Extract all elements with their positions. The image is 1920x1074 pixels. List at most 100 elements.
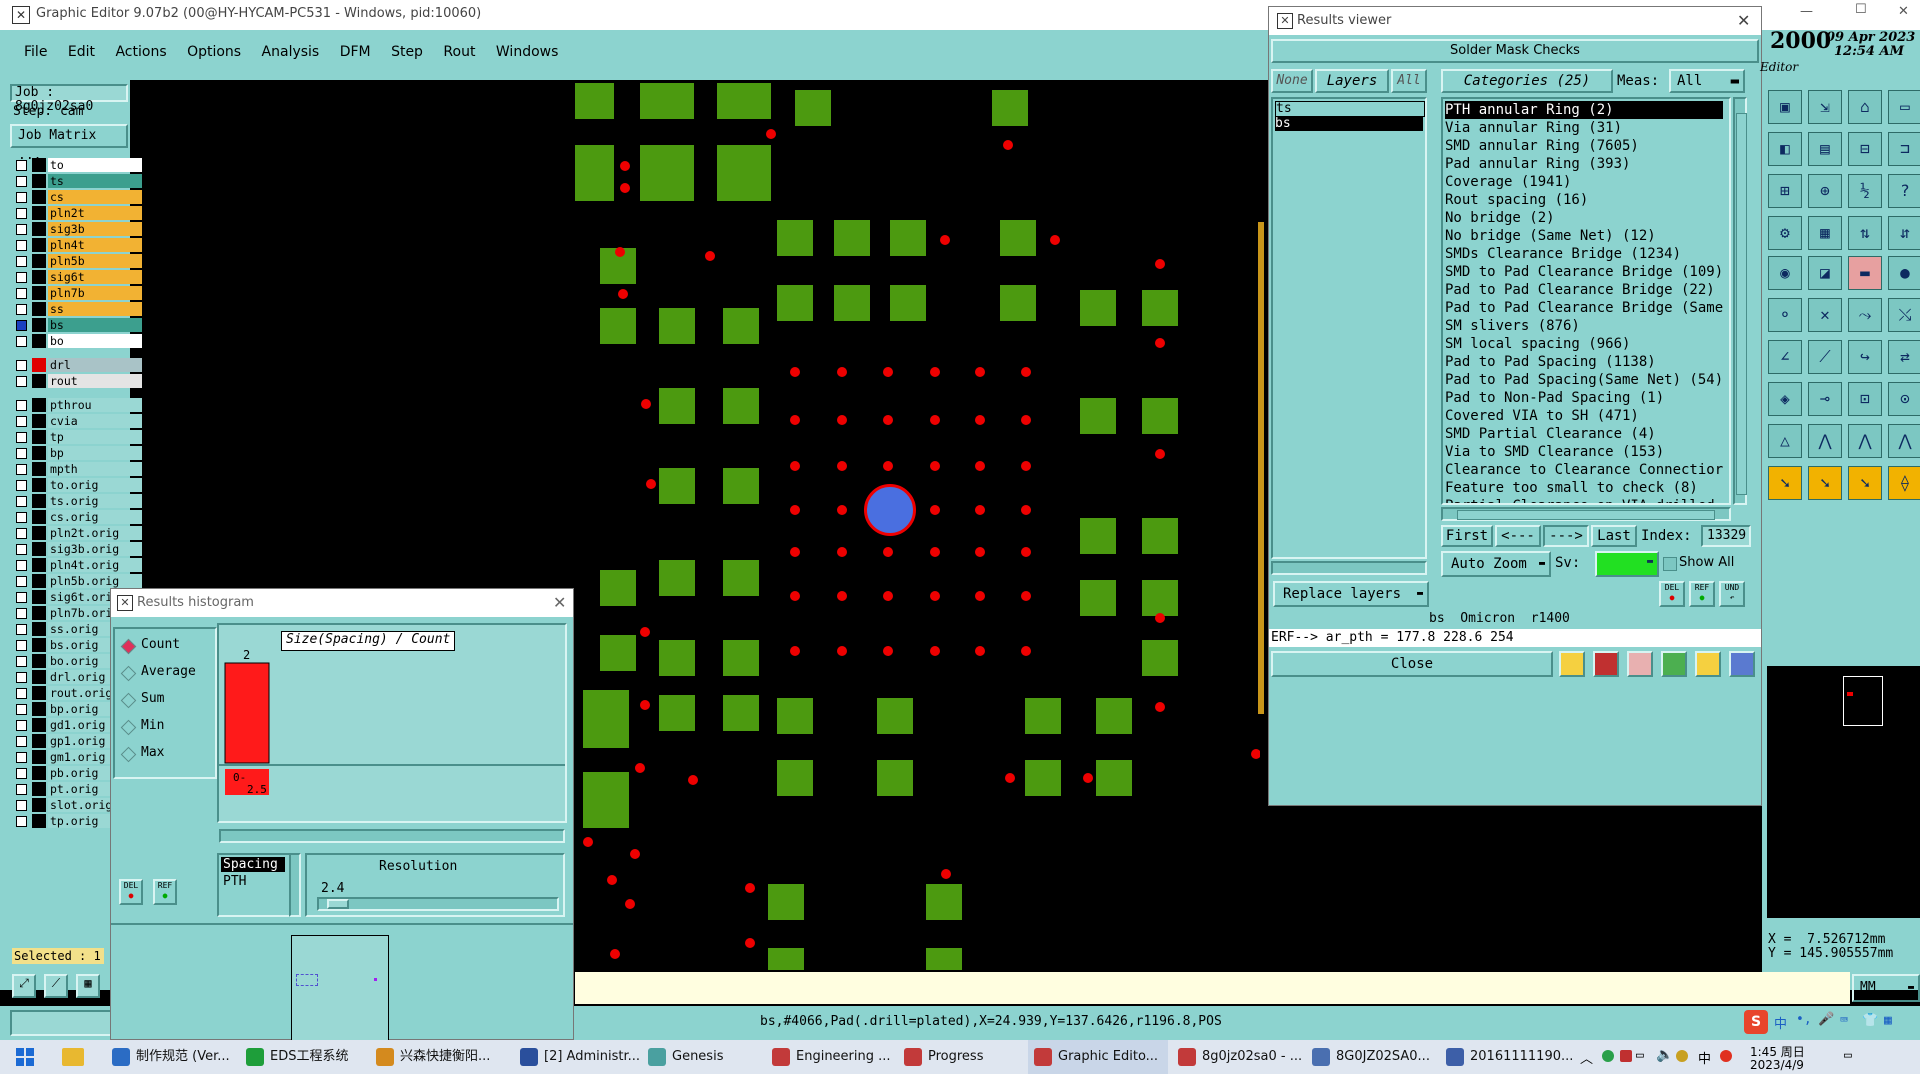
pad[interactable] <box>777 285 813 321</box>
drill-hole[interactable] <box>930 591 940 601</box>
layer-row[interactable]: bo <box>12 334 142 348</box>
layer-name[interactable]: mpth <box>48 462 142 476</box>
taskbar-item[interactable]: [2] Administr... <box>520 1040 640 1074</box>
layer-row[interactable]: sig6t <box>12 270 142 284</box>
category-item[interactable]: Covered VIA to SH (471) <box>1445 407 1729 425</box>
tool-button[interactable]: ➘ <box>1848 466 1882 500</box>
drill-hole[interactable] <box>635 763 645 773</box>
drill-hole[interactable] <box>1005 773 1015 783</box>
drill-hole[interactable] <box>930 547 940 557</box>
histogram-icon[interactable] <box>1729 651 1755 677</box>
tray-app-icon[interactable] <box>1602 1050 1614 1062</box>
none-button[interactable]: None <box>1271 69 1313 93</box>
drill-hole[interactable] <box>975 547 985 557</box>
tool-button[interactable]: ➘ <box>1808 466 1842 500</box>
drill-hole[interactable] <box>640 627 650 637</box>
drill-hole[interactable] <box>1251 749 1260 759</box>
taskbar-item[interactable]: 20161111190... <box>1446 1040 1573 1074</box>
layer-swatch[interactable] <box>32 206 46 220</box>
category-item[interactable]: Via to SMD Clearance (153) <box>1445 443 1729 461</box>
tool-button[interactable]: ⌂ <box>1848 90 1882 124</box>
layers-button[interactable]: Layers <box>1315 69 1389 93</box>
pad[interactable] <box>877 760 913 796</box>
layer-name[interactable]: bs <box>48 318 142 332</box>
layer-row[interactable]: ts <box>12 174 142 188</box>
drill-hole[interactable] <box>1021 415 1031 425</box>
tray-app-icon-2[interactable] <box>1620 1050 1632 1062</box>
pad[interactable] <box>926 948 962 970</box>
pad[interactable] <box>723 388 759 424</box>
drill-hole[interactable] <box>790 646 800 656</box>
layer-swatch[interactable] <box>32 542 46 556</box>
layer-name[interactable]: drl <box>48 358 142 372</box>
layer-swatch[interactable] <box>32 174 46 188</box>
close-button[interactable]: Close <box>1271 651 1553 677</box>
layer-checkbox[interactable] <box>16 376 27 387</box>
first-button[interactable]: First <box>1441 525 1493 547</box>
layer-checkbox[interactable] <box>16 752 27 763</box>
clock-date[interactable]: 2023/4/9 <box>1750 1058 1804 1072</box>
tool-button[interactable]: ⋀ <box>1808 424 1842 458</box>
layer-row[interactable]: pthrou <box>12 398 142 412</box>
layer-checkbox[interactable] <box>16 816 27 827</box>
drill-hole[interactable] <box>837 591 847 601</box>
layer-name[interactable]: sig3b.orig <box>48 542 142 556</box>
category-item[interactable]: Clearance to Clearance Connectior <box>1445 461 1729 479</box>
tool-button[interactable]: ▭ <box>1888 90 1920 124</box>
tray-chevron-icon[interactable]: ︿ <box>1580 1048 1593 1067</box>
layer-name[interactable]: pln7b <box>48 286 142 300</box>
selected-pth-pad[interactable] <box>864 484 916 536</box>
layer-checkbox[interactable] <box>16 288 27 299</box>
sogou-icon[interactable]: S <box>1744 1010 1768 1034</box>
layer-swatch[interactable] <box>32 798 46 812</box>
layer-swatch[interactable] <box>32 238 46 252</box>
layer-swatch[interactable] <box>32 446 46 460</box>
next-button[interactable]: ---> <box>1543 525 1589 547</box>
taskbar-item[interactable]: 8G0JZ02SA0... <box>1312 1040 1430 1074</box>
drill-hole[interactable] <box>883 367 893 377</box>
drill-hole[interactable] <box>883 591 893 601</box>
layer-swatch[interactable] <box>32 190 46 204</box>
viewer-und-button[interactable]: UND ↶ <box>1719 581 1745 607</box>
drill-hole[interactable] <box>790 367 800 377</box>
pad[interactable] <box>1142 640 1178 676</box>
layer-row[interactable]: pln5b <box>12 254 142 268</box>
replace-layers-button[interactable]: Replace layers ▬ <box>1273 581 1429 607</box>
layer-name[interactable]: ss <box>48 302 142 316</box>
pad[interactable] <box>600 570 636 606</box>
layer-name[interactable]: pln4t.orig <box>48 558 142 572</box>
drill-hole[interactable] <box>930 415 940 425</box>
pad[interactable] <box>723 308 759 344</box>
layer-name[interactable]: pln5b.orig <box>48 574 142 588</box>
category-item[interactable]: No bridge (Same Net) (12) <box>1445 227 1729 245</box>
tool-button[interactable]: ⇅ <box>1848 216 1882 250</box>
layer-name[interactable]: pthrou <box>48 398 142 412</box>
pad[interactable] <box>723 560 759 596</box>
category-item[interactable]: No bridge (2) <box>1445 209 1729 227</box>
drill-hole[interactable] <box>1155 259 1165 269</box>
category-item[interactable]: Rout spacing (16) <box>1445 191 1729 209</box>
last-button[interactable]: Last <box>1591 525 1637 547</box>
category-item[interactable]: Via annular Ring (31) <box>1445 119 1729 137</box>
layer-swatch[interactable] <box>32 574 46 588</box>
pad[interactable] <box>1000 220 1036 256</box>
drill-hole[interactable] <box>837 461 847 471</box>
taskbar-item[interactable]: Graphic Edito... <box>1028 1040 1169 1074</box>
drill-hole[interactable] <box>930 461 940 471</box>
tool-button[interactable]: ⚬ <box>1768 298 1802 332</box>
layer-swatch[interactable] <box>32 158 46 172</box>
layer-swatch[interactable] <box>32 702 46 716</box>
tool-button[interactable]: ⟠ <box>1888 466 1920 500</box>
category-item[interactable]: Feature too small to check (8) <box>1445 479 1729 497</box>
tray-app-icon-4[interactable] <box>1720 1050 1732 1062</box>
layer-checkbox[interactable] <box>16 192 27 203</box>
layer-row[interactable]: tp <box>12 430 142 444</box>
spacing-item[interactable]: Spacing <box>221 857 285 872</box>
pth-item[interactable]: PTH <box>219 874 295 889</box>
radio-icon[interactable] <box>120 665 137 682</box>
drill-hole[interactable] <box>620 183 630 193</box>
pad[interactable] <box>1142 518 1178 554</box>
tool-button[interactable]: ✕ <box>1808 298 1842 332</box>
drill-hole[interactable] <box>790 547 800 557</box>
layer-checkbox[interactable] <box>16 304 27 315</box>
